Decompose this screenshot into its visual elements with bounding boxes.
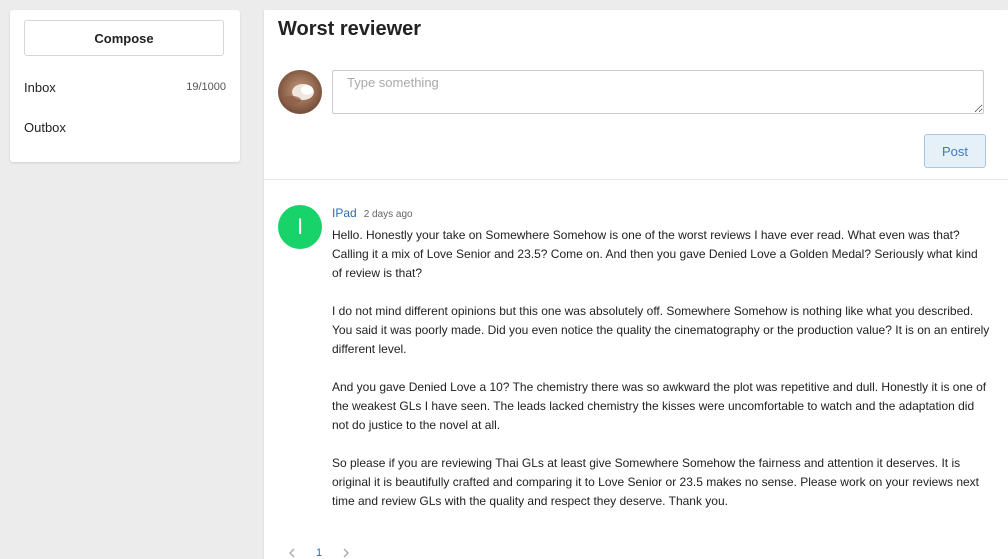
comment-timestamp: 2 days ago [363, 209, 413, 220]
sidebar-item-label: Outbox [24, 119, 66, 135]
comment-body: Hello. Honestly your take on Somewhere S… [332, 226, 990, 530]
compose-button[interactable]: Compose [24, 20, 224, 56]
sidebar-item-label: Inbox [24, 79, 56, 95]
comment-avatar: I [278, 205, 322, 249]
post-button[interactable]: Post [924, 134, 986, 168]
comment-paragraph: I do not mind different opinions but thi… [332, 304, 990, 356]
sidebar-item-outbox[interactable]: Outbox [24, 116, 226, 138]
inbox-count: 19/1000 [186, 81, 226, 93]
comment-author-link[interactable]: IPad [332, 206, 357, 220]
divider [264, 179, 1008, 180]
comment-paragraph: And you gave Denied Love a 10? The chemi… [332, 380, 987, 432]
chevron-right-icon[interactable] [342, 548, 350, 558]
chevron-left-icon[interactable] [288, 548, 296, 558]
comment-input[interactable] [332, 70, 984, 114]
sidebar-item-inbox[interactable]: Inbox 19/1000 [24, 76, 226, 98]
sidebar: Compose Inbox 19/1000 Outbox [10, 10, 240, 162]
avatar-letter: I [296, 214, 304, 239]
comment-meta: IPad 2 days ago [332, 206, 413, 220]
comment-paragraph: Hello. Honestly your take on Somewhere S… [332, 228, 978, 280]
pagination: 1 [288, 547, 350, 559]
comment-paragraph: So please if you are reviewing Thai GLs … [332, 456, 980, 508]
user-avatar [278, 70, 322, 114]
page-title: Worst reviewer [278, 18, 422, 40]
user-avatar-image [278, 70, 322, 114]
page-number-current[interactable]: 1 [316, 547, 322, 559]
thread-panel: Worst reviewer Post I IPad 2 days ago He… [264, 10, 1008, 559]
